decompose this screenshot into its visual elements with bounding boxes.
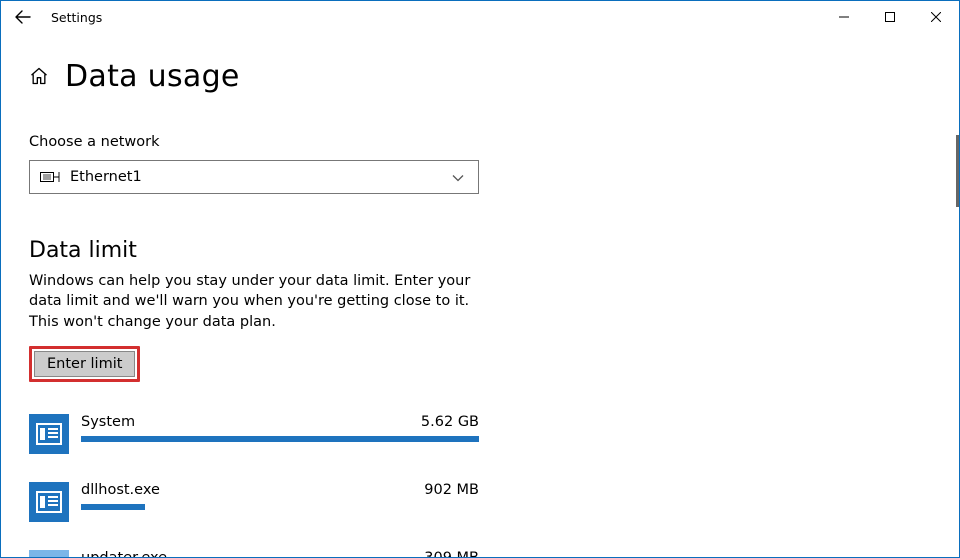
data-limit-heading: Data limit: [29, 238, 959, 263]
app-name: System: [81, 414, 135, 430]
network-selected-value: Ethernet1: [70, 169, 142, 185]
scrollbar[interactable]: [956, 135, 959, 207]
home-icon[interactable]: [29, 66, 51, 88]
maximize-button[interactable]: [867, 1, 913, 33]
app-icon: [29, 482, 69, 522]
data-limit-description: Windows can help you stay under your dat…: [29, 271, 479, 332]
content-area: Data usage Choose a network Ethernet1 Da…: [1, 33, 959, 557]
page-title: Data usage: [65, 59, 240, 94]
maximize-icon: [885, 12, 895, 22]
ethernet-icon: [40, 170, 60, 184]
app-usage-value: 902 MB: [424, 482, 479, 498]
arrow-left-icon: [15, 9, 31, 25]
app-icon: [29, 550, 69, 557]
window-title: Settings: [51, 10, 102, 25]
usage-bar: [81, 436, 479, 442]
usage-row: System 5.62 GB: [29, 414, 479, 454]
close-button[interactable]: [913, 1, 959, 33]
enter-limit-button[interactable]: Enter limit: [34, 351, 135, 377]
usage-list: System 5.62 GB dllhost.exe 902 MB updater.ex…: [29, 414, 479, 557]
usage-row: updater.exe 309 MB: [29, 550, 479, 557]
back-button[interactable]: [13, 7, 33, 27]
app-usage-value: 5.62 GB: [421, 414, 479, 430]
minimize-button[interactable]: [821, 1, 867, 33]
usage-bar: [81, 504, 479, 510]
chevron-down-icon: [452, 168, 464, 187]
app-icon: [29, 414, 69, 454]
network-select[interactable]: Ethernet1: [29, 160, 479, 194]
minimize-icon: [839, 12, 849, 22]
network-label: Choose a network: [29, 134, 479, 150]
close-icon: [931, 12, 941, 22]
app-name: dllhost.exe: [81, 482, 160, 498]
app-usage-value: 309 MB: [424, 550, 479, 557]
enter-limit-highlight: Enter limit: [29, 346, 140, 382]
app-name: updater.exe: [81, 550, 167, 557]
usage-row: dllhost.exe 902 MB: [29, 482, 479, 522]
titlebar: Settings: [1, 1, 959, 33]
window-controls: [821, 1, 959, 33]
